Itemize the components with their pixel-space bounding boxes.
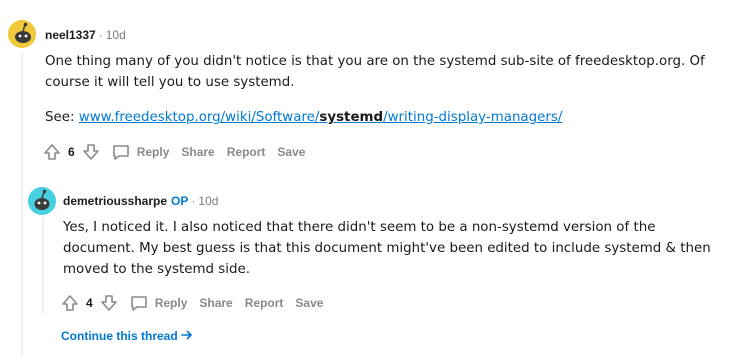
report-button[interactable]: Report xyxy=(245,296,284,310)
link-part-2: /writing-display-managers/ xyxy=(383,110,563,125)
link-part-1: www.freedesktop.org/wiki/Software/ xyxy=(78,110,320,125)
comment-paragraph-link: See: www.freedesktop.org/wiki/Software/s… xyxy=(45,107,725,128)
downvote-icon[interactable] xyxy=(99,293,119,313)
comment-bubble-icon xyxy=(112,145,129,160)
share-button[interactable]: Share xyxy=(199,296,232,310)
downvote-icon[interactable] xyxy=(81,142,101,162)
comment-header: neel1337 · 10d xyxy=(45,27,126,43)
continue-thread-link[interactable]: Continue this thread xyxy=(61,329,193,344)
report-button[interactable]: Report xyxy=(227,145,266,159)
comment-paragraph: Yes, I noticed it. I also noticed that t… xyxy=(63,220,711,277)
comment-actions: 6 Reply Share Report Save xyxy=(42,140,305,164)
reply-label: Reply xyxy=(154,296,188,310)
reply-label: Reply xyxy=(136,145,170,159)
snoo-avatar-icon xyxy=(28,187,56,215)
share-label: Share xyxy=(181,145,215,159)
see-prefix: See: xyxy=(45,110,79,125)
upvote-icon[interactable] xyxy=(60,293,80,313)
share-label: Share xyxy=(199,296,233,310)
separator-dot: · xyxy=(191,194,196,208)
op-badge: OP xyxy=(171,194,189,208)
comment-bubble-icon xyxy=(130,296,147,311)
timestamp[interactable]: 10d xyxy=(198,194,218,208)
avatar[interactable] xyxy=(8,20,36,48)
reply-button[interactable]: Reply xyxy=(111,142,170,162)
report-label: Report xyxy=(244,296,284,310)
upvote-icon[interactable] xyxy=(42,142,62,162)
thread-line-outer[interactable] xyxy=(21,52,23,357)
link-bold-part: systemd xyxy=(319,110,384,125)
comment-actions: 4 Reply Share Report Save xyxy=(60,291,323,315)
save-label: Save xyxy=(277,145,306,159)
share-button[interactable]: Share xyxy=(181,145,214,159)
report-label: Report xyxy=(226,145,266,159)
separator-dot: · xyxy=(98,28,103,42)
author-name[interactable]: neel1337 xyxy=(45,28,96,42)
save-button[interactable]: Save xyxy=(295,296,323,310)
avatar[interactable] xyxy=(28,187,56,215)
continue-thread-label: Continue this thread xyxy=(61,329,178,343)
author-name[interactable]: demetrioussharpe xyxy=(63,194,167,208)
comment-body: One thing many of you didn't notice is t… xyxy=(45,51,725,128)
comment-paragraph: One thing many of you didn't notice is t… xyxy=(45,54,705,90)
arrow-right-icon xyxy=(181,329,193,344)
thread-line-inner[interactable] xyxy=(42,218,44,314)
save-label: Save xyxy=(295,296,324,310)
reply-button[interactable]: Reply xyxy=(129,293,188,313)
snoo-avatar-icon xyxy=(8,20,36,48)
comment-header: demetrioussharpe OP · 10d xyxy=(63,193,218,209)
vote-count: 6 xyxy=(68,145,75,159)
comment-link[interactable]: www.freedesktop.org/wiki/Software/system… xyxy=(79,110,563,125)
timestamp[interactable]: 10d xyxy=(106,28,126,42)
save-button[interactable]: Save xyxy=(277,145,305,159)
comment-body: Yes, I noticed it. I also noticed that t… xyxy=(63,217,713,280)
vote-count: 4 xyxy=(86,296,93,310)
